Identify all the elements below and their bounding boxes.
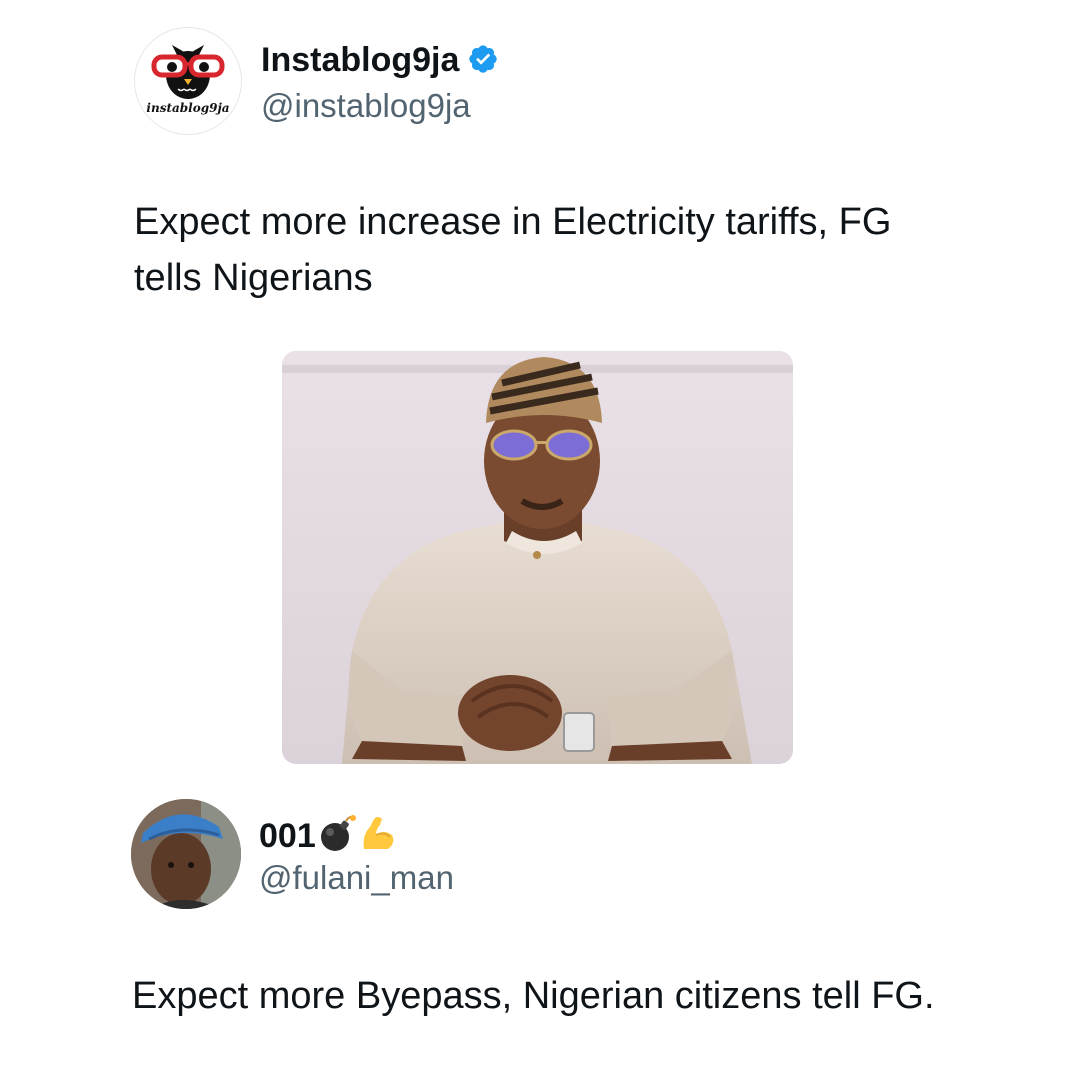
instablog9ja-logo-text: instablog9ja (146, 101, 230, 115)
bomb-icon (320, 815, 356, 851)
reply-text: Expect more Byepass, Nigerian citizens t… (132, 975, 935, 1017)
owl-logo-icon (151, 45, 225, 99)
man-in-blue-cap-icon (131, 799, 241, 909)
instablog9ja-avatar[interactable]: instablog9ja (134, 27, 242, 135)
author-handle[interactable]: @instablog9ja (261, 86, 471, 126)
reply-name-text: 001 (259, 817, 316, 855)
fulani-man-avatar[interactable] (131, 799, 241, 909)
man-portrait-icon (282, 351, 793, 764)
reply-handle[interactable]: @fulani_man (259, 858, 454, 898)
tweet-text: Expect more increase in Electricity tari… (134, 201, 892, 299)
flexed-biceps-icon (363, 817, 394, 849)
author-display-name[interactable]: Instablog9ja (261, 40, 499, 80)
author-name-text: Instablog9ja (261, 41, 460, 79)
tweet-photo[interactable] (282, 351, 793, 764)
verified-badge-icon (469, 45, 498, 73)
reply-display-name[interactable]: 001 (259, 813, 398, 856)
